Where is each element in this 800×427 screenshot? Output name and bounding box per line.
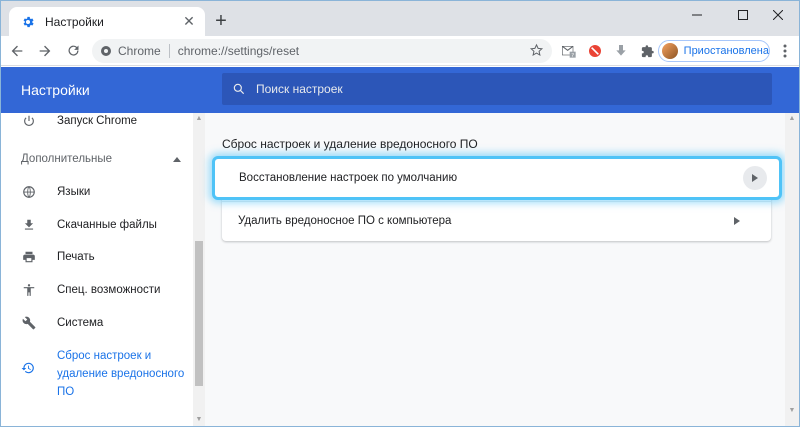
print-icon: [21, 249, 37, 265]
settings-sidebar: Запуск Chrome Дополнительные Языки Скача…: [1, 113, 205, 426]
scroll-down-arrow-icon[interactable]: ▼: [195, 416, 203, 424]
tab-close-icon[interactable]: ✕: [181, 13, 197, 30]
page-title: Настройки: [21, 82, 90, 98]
profile-status: Приостановлена: [683, 45, 769, 57]
row-label: Восстановление настроек по умолчанию: [239, 172, 458, 184]
sidebar-item-downloads[interactable]: Скачанные файлы: [21, 217, 157, 233]
window-close-button[interactable]: [758, 1, 798, 29]
site-name: Chrome: [118, 44, 161, 58]
scroll-up-arrow-icon[interactable]: ▲: [788, 115, 796, 122]
chevron-right-icon: [725, 209, 749, 233]
cleanup-computer-row[interactable]: Удалить вредоносное ПО с компьютера: [222, 201, 771, 239]
settings-main: Сброс настроек и удаление вредоносного П…: [205, 113, 785, 426]
scroll-up-arrow-icon[interactable]: ▲: [195, 115, 203, 123]
wrench-icon: [21, 315, 37, 331]
advanced-label: Дополнительные: [21, 153, 113, 165]
extensions-area: ?: [557, 39, 661, 63]
avatar: [662, 43, 678, 59]
row-label: Удалить вредоносное ПО с компьютера: [238, 214, 452, 227]
block-extension-icon[interactable]: [583, 39, 607, 63]
globe-icon: [21, 184, 37, 200]
chevron-right-icon[interactable]: [743, 166, 767, 190]
section-title: Сброс настроек и удаление вредоносного П…: [222, 137, 478, 151]
reload-icon[interactable]: [61, 39, 85, 63]
sidebar-item-label: Языки: [57, 186, 91, 198]
sidebar-item-startup[interactable]: Запуск Chrome: [21, 113, 137, 129]
browser-toolbar: Chrome chrome://settings/reset ? Приоста…: [1, 36, 799, 66]
download-icon: [21, 217, 37, 233]
puzzle-extensions-icon[interactable]: [635, 39, 659, 63]
reset-card: Удалить вредоносное ПО с компьютера Восс…: [212, 156, 782, 241]
sidebar-item-label: Скачанные файлы: [57, 219, 157, 231]
tab-strip: Настройки ✕ +: [1, 1, 799, 36]
tab-settings[interactable]: Настройки ✕: [9, 7, 205, 36]
restore-icon: [21, 361, 37, 377]
chrome-icon: [101, 46, 111, 56]
sidebar-item-system[interactable]: Система: [21, 315, 103, 331]
window-maximize-button[interactable]: [723, 1, 763, 29]
more-menu-icon[interactable]: [775, 41, 795, 61]
sidebar-item-print[interactable]: Печать: [21, 249, 95, 265]
sidebar-item-reset-label: Сброс настроек и удаление вредоносного П…: [57, 350, 185, 398]
settings-header: Настройки Поиск настроек: [1, 67, 799, 113]
sidebar-advanced-toggle[interactable]: Дополнительные: [21, 153, 181, 165]
power-icon: [21, 113, 37, 129]
omnibox-divider: [168, 44, 170, 58]
collapse-arrow-icon: [173, 153, 181, 165]
url-text[interactable]: chrome://settings/reset: [178, 44, 299, 58]
sidebar-item-label: Запуск Chrome: [57, 115, 138, 127]
scroll-down-arrow-icon[interactable]: ▼: [788, 407, 796, 414]
bookmark-star-icon[interactable]: [529, 43, 544, 61]
browser-window: Настройки ✕ + Chrome chrome://settings/r…: [0, 0, 800, 427]
site-info[interactable]: Chrome: [100, 44, 161, 58]
forward-arrow-icon[interactable]: [33, 39, 57, 63]
svg-text:?: ?: [571, 53, 574, 59]
main-scrollbar[interactable]: ▲ ▼: [785, 113, 799, 426]
new-tab-button[interactable]: +: [211, 11, 231, 31]
sidebar-item-reset[interactable]: Сброс настроек и удаление вредоносного П…: [21, 347, 184, 401]
window-minimize-button[interactable]: [677, 1, 717, 29]
sidebar-item-accessibility[interactable]: Спец. возможности: [21, 282, 160, 298]
settings-gear-icon: [21, 15, 35, 29]
back-arrow-icon[interactable]: [5, 39, 29, 63]
sidebar-item-label: Система: [57, 317, 104, 329]
accessibility-icon: [21, 282, 37, 298]
download-extension-icon[interactable]: [609, 39, 633, 63]
tab-title: Настройки: [45, 14, 104, 29]
sidebar-item-languages[interactable]: Языки: [21, 184, 90, 200]
gmail-extension-icon[interactable]: ?: [557, 39, 581, 63]
sidebar-item-label: Спец. возможности: [57, 284, 161, 296]
restore-defaults-row[interactable]: Восстановление настроек по умолчанию: [212, 156, 782, 200]
profile-button[interactable]: Приостановлена: [658, 40, 770, 62]
sidebar-item-label: Печать: [57, 251, 95, 263]
search-placeholder: Поиск настроек: [256, 82, 343, 96]
sidebar-scroll-thumb[interactable]: [195, 241, 203, 386]
search-icon: [233, 83, 245, 95]
address-bar[interactable]: Chrome chrome://settings/reset: [92, 39, 552, 63]
settings-search-input[interactable]: Поиск настроек: [222, 73, 772, 105]
sidebar-scrollbar[interactable]: ▲ ▼: [193, 113, 205, 426]
